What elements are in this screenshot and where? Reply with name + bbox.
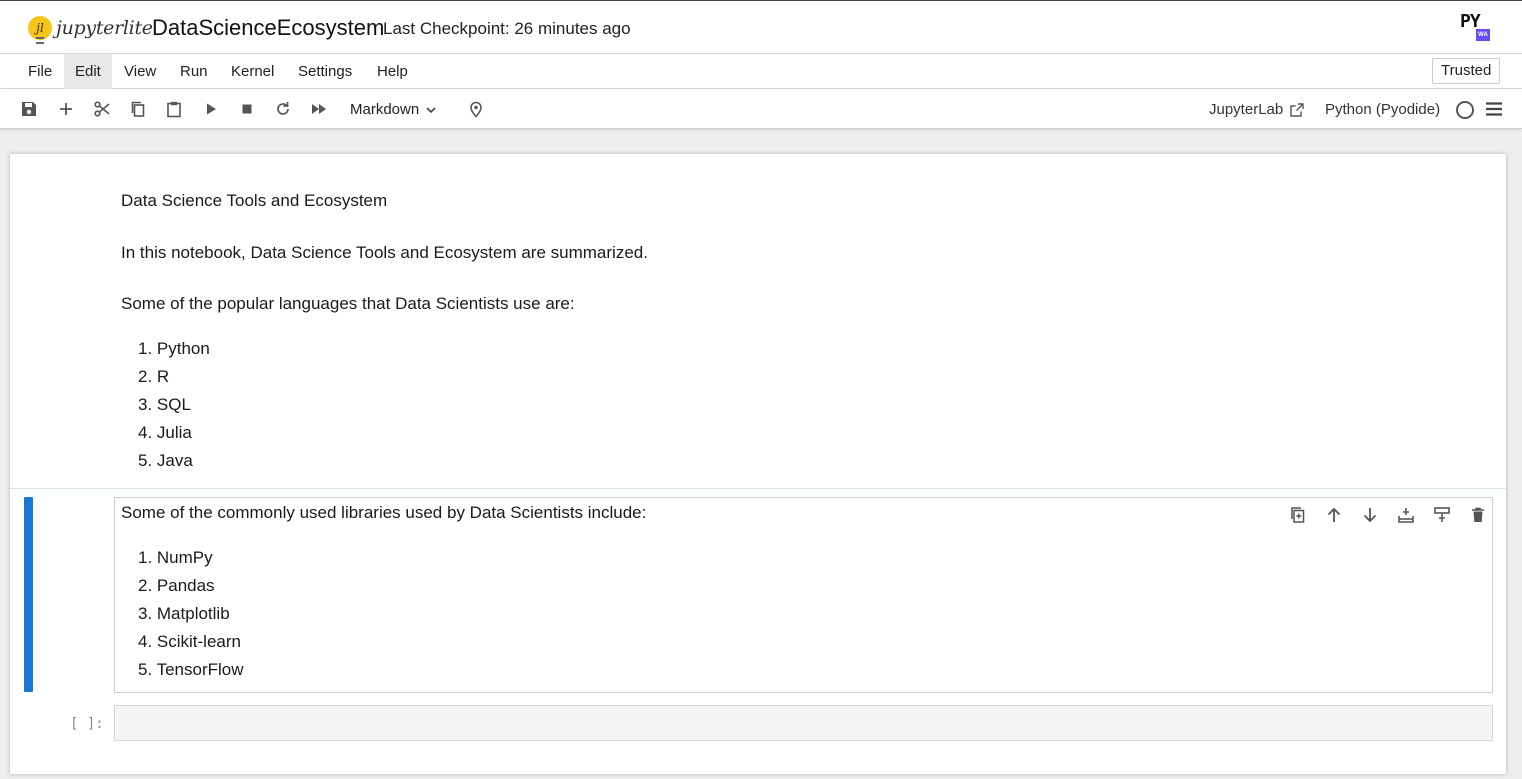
- menu-run[interactable]: Run: [172, 54, 216, 89]
- insert-above-icon: [1398, 508, 1414, 523]
- copy-button[interactable]: [128, 99, 148, 119]
- menu-bar: File Edit View Run Kernel Settings Help …: [0, 54, 1522, 89]
- duplicate-icon: [1291, 507, 1305, 523]
- stop-icon: [242, 104, 252, 114]
- cell-toolbar: [1280, 504, 1496, 526]
- menu-edit[interactable]: Edit: [64, 54, 112, 89]
- list-item: 5. Java: [138, 451, 193, 470]
- insert-cell-button[interactable]: [56, 99, 76, 119]
- cell-type-dropdown[interactable]: Markdown: [350, 99, 437, 121]
- notebook-toolbar: Markdown JupyterLab Python (Pyodide): [0, 89, 1522, 129]
- move-cell-up-button[interactable]: [1316, 504, 1352, 526]
- arrow-down-icon: [1363, 508, 1377, 523]
- cell-type-value: Markdown: [350, 101, 420, 118]
- restart-run-all-button[interactable]: [309, 99, 329, 119]
- md-intro-block: In this notebook, Data Science Tools and…: [121, 241, 648, 265]
- menu-kernel[interactable]: Kernel: [223, 54, 282, 89]
- cut-button[interactable]: [92, 99, 112, 119]
- notebook-panel: Data Science Tools and Ecosystem In this…: [10, 154, 1506, 774]
- md-intro: In this notebook, Data Science Tools and…: [121, 243, 648, 262]
- location-pin-icon: [470, 101, 482, 118]
- kernel-name[interactable]: Python (Pyodide): [1325, 99, 1440, 121]
- menu-file[interactable]: File: [20, 54, 60, 89]
- interrupt-kernel-button[interactable]: [237, 99, 257, 119]
- insert-below-icon: [1434, 507, 1450, 522]
- markdown-cell-1[interactable]: Data Science Tools and Ecosystem: [121, 189, 387, 213]
- save-button[interactable]: [19, 99, 39, 119]
- jupyterlab-label: JupyterLab: [1209, 101, 1284, 118]
- plus-icon: [60, 103, 72, 115]
- trusted-indicator[interactable]: Trusted: [1432, 58, 1501, 84]
- show-location-button[interactable]: [466, 99, 486, 119]
- md-title: Data Science Tools and Ecosystem: [121, 191, 388, 210]
- active-cell-indicator: [24, 497, 33, 692]
- duplicate-cell-button[interactable]: [1280, 504, 1316, 526]
- save-icon: [22, 102, 36, 116]
- logo-text: jupyterlite: [56, 17, 153, 39]
- bulb-base-icon: [36, 37, 44, 44]
- list-item: 3. Matplotlib: [138, 604, 230, 623]
- external-link-icon: [1290, 103, 1304, 117]
- list-item: 4. Scikit-learn: [138, 632, 241, 651]
- menu-settings[interactable]: Settings: [290, 54, 360, 89]
- run-cell-button[interactable]: [201, 99, 221, 119]
- hamburger-icon: [1486, 102, 1502, 116]
- list-item: 2. R: [138, 367, 170, 386]
- list-item: 1. NumPy: [138, 548, 213, 567]
- insert-cell-below-button[interactable]: [1424, 504, 1460, 526]
- move-cell-down-button[interactable]: [1352, 504, 1388, 526]
- play-icon: [207, 103, 216, 115]
- open-jupyterlab-link[interactable]: JupyterLab: [1209, 99, 1305, 121]
- code-cell-prompt: [ ]:: [70, 716, 104, 732]
- md-libraries-heading: Some of the commonly used libraries used…: [121, 503, 647, 522]
- markdown-cell-2[interactable]: [114, 497, 1493, 693]
- menu-help[interactable]: Help: [369, 54, 416, 89]
- list-item: 2. Pandas: [138, 576, 215, 595]
- arrow-up-icon: [1327, 507, 1341, 522]
- list-item: 4. Julia: [138, 423, 192, 442]
- refresh-icon: [277, 102, 289, 115]
- cell-divider: [10, 488, 1506, 489]
- top-header: jl jupyterlite DataScienceEcosystem Last…: [0, 0, 1522, 54]
- list-item: 1. Python: [138, 339, 210, 358]
- wa-badge: WA: [1476, 29, 1490, 41]
- pyodide-logo-icon: PY WA: [1460, 11, 1492, 45]
- copy-icon: [131, 101, 145, 117]
- chevron-down-icon: [426, 107, 436, 114]
- restart-kernel-button[interactable]: [273, 99, 293, 119]
- list-item: 5. TensorFlow: [138, 660, 244, 679]
- md-languages-block: Some of the popular languages that Data …: [121, 292, 575, 316]
- scissors-icon: [94, 101, 110, 117]
- md-libraries-block: Some of the commonly used libraries used…: [121, 501, 646, 525]
- trash-icon: [1472, 507, 1484, 522]
- code-cell-input[interactable]: [114, 705, 1493, 741]
- list-item: 3. SQL: [138, 395, 191, 414]
- menu-toggle-button[interactable]: [1486, 102, 1502, 121]
- clipboard-icon: [167, 101, 181, 118]
- fast-forward-icon: [312, 104, 326, 114]
- delete-cell-button[interactable]: [1460, 504, 1496, 526]
- insert-cell-above-button[interactable]: [1388, 504, 1424, 526]
- last-checkpoint: Last Checkpoint: 26 minutes ago: [383, 19, 631, 38]
- menu-view[interactable]: View: [116, 54, 164, 89]
- notebook-title[interactable]: DataScienceEcosystem: [152, 15, 384, 41]
- md-languages-heading: Some of the popular languages that Data …: [121, 294, 575, 313]
- jupyterlite-logo[interactable]: jl jupyterlite: [28, 12, 153, 44]
- paste-button[interactable]: [164, 99, 184, 119]
- kernel-idle-status-icon: [1456, 101, 1474, 119]
